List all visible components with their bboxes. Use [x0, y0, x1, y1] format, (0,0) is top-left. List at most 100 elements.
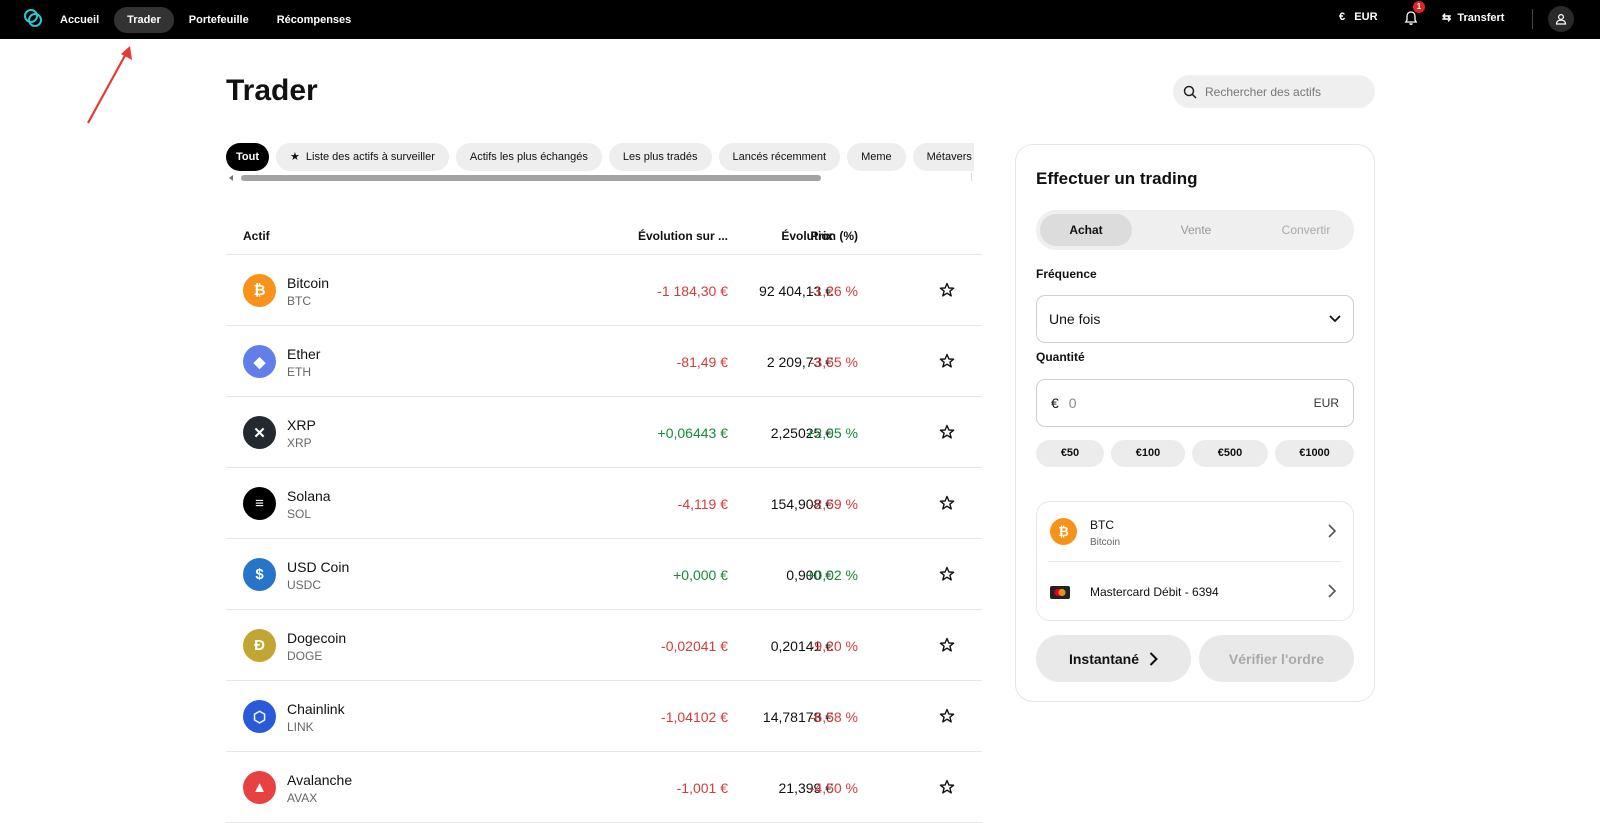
top-nav-bar: Accueil Trader Portefeuille Récompenses …: [0, 0, 1600, 39]
selected-asset-row[interactable]: ₿ BTC Bitcoin: [1049, 502, 1341, 562]
star-outline-icon[interactable]: [939, 779, 955, 795]
nav-item-portefeuille[interactable]: Portefeuille: [176, 7, 262, 33]
chip-recently-launched[interactable]: Lancés récemment: [718, 143, 841, 171]
table-row[interactable]: $ USD Coin USDC 0,900 € +0,000 € +0,02 %: [226, 539, 982, 610]
transfer-label: Transfert: [1457, 12, 1505, 24]
scrollbar-thumb[interactable]: [241, 175, 821, 181]
account-avatar-button[interactable]: [1548, 6, 1574, 32]
preset-500-button[interactable]: €500: [1192, 440, 1268, 467]
asset-name: Avalanche: [287, 772, 353, 788]
filter-chips: Tout ★ Liste des actifs à surveiller Act…: [226, 143, 974, 173]
star-outline-icon[interactable]: [939, 637, 955, 653]
transfer-button[interactable]: ⇆ Transfert: [1442, 11, 1504, 24]
chip-most-exchanged[interactable]: Actifs les plus échangés: [455, 143, 602, 171]
bitcoin-icon: ₿: [1050, 518, 1077, 545]
asset-search[interactable]: [1173, 75, 1375, 108]
trade-type-toggle: Achat Vente Convertir: [1036, 210, 1354, 250]
ether-icon: ◆: [243, 345, 276, 378]
asset-change: -81,49 €: [676, 354, 728, 370]
notification-badge: 1: [1413, 1, 1425, 13]
table-row[interactable]: ⬡ Chainlink LINK 14,78178 € -1,04102 € -6,58 …: [226, 681, 982, 752]
trade-panel: Effectuer un trading Achat Vente Convert…: [1015, 144, 1375, 702]
frequency-select[interactable]: Une fois: [1036, 295, 1354, 343]
asset-symbol: SOL: [287, 507, 312, 521]
annotation-arrow: [87, 46, 132, 124]
transfer-icon: ⇆: [1442, 12, 1452, 24]
payment-method-row[interactable]: Mastercard Débit - 6394: [1037, 562, 1353, 622]
order-details-card: ₿ BTC Bitcoin Mastercard Débit - 6394: [1036, 501, 1354, 621]
chip-meme[interactable]: Meme: [847, 143, 906, 171]
currency-label: EUR: [1354, 11, 1378, 23]
asset-change: -4,119 €: [677, 496, 728, 512]
preset-amounts: €50 €100 €500 €1000: [1036, 440, 1354, 467]
search-icon: [1183, 85, 1197, 99]
asset-table: Actif Prix Évolution sur ... Évolution (…: [226, 225, 982, 823]
nav-item-recompenses[interactable]: Récompenses: [264, 7, 365, 33]
asset-change: -0,02041 €: [661, 638, 728, 654]
asset-change-pct: -9,20 %: [809, 638, 858, 654]
tab-achat[interactable]: Achat: [1040, 214, 1132, 246]
header-asset[interactable]: Actif: [243, 229, 270, 243]
chevron-right-icon: [1149, 651, 1158, 666]
header-pct[interactable]: Évolution (%): [781, 229, 858, 243]
table-row[interactable]: ◆ Ether ETH 2 209,73 € -81,49 € -3,55 %: [226, 326, 982, 397]
asset-change-pct: -4,50 %: [809, 780, 858, 796]
scroll-left-icon[interactable]: [229, 175, 233, 181]
tab-convertir[interactable]: Convertir: [1256, 214, 1356, 246]
avalanche-icon: ▲: [243, 771, 276, 804]
asset-change-pct: +2,95 %: [806, 425, 858, 441]
asset-symbol: DOGE: [287, 649, 323, 663]
asset-change: -1 184,30 €: [657, 283, 728, 299]
asset-name: Solana: [287, 488, 331, 504]
main-nav: Accueil Trader Portefeuille Récompenses: [47, 0, 364, 39]
currency-selector[interactable]: € EUR: [1339, 11, 1378, 23]
tab-vente[interactable]: Vente: [1156, 214, 1236, 246]
instant-button[interactable]: Instantané: [1036, 635, 1191, 682]
star-outline-icon[interactable]: [939, 282, 955, 298]
asset-name: Dogecoin: [287, 630, 347, 646]
instant-label: Instantané: [1068, 650, 1139, 667]
asset-change: -1,001 €: [676, 780, 728, 796]
table-row[interactable]: ₿ Bitcoin BTC 92 404,13 € -1 184,30 € -1,26 %: [226, 255, 982, 326]
chips-scrollbar[interactable]: [226, 173, 974, 181]
search-input[interactable]: [1205, 84, 1365, 99]
asset-change-pct: +0,02 %: [806, 567, 858, 583]
chip-watchlist[interactable]: ★ Liste des actifs à surveiller: [276, 143, 449, 171]
asset-name: Ether: [287, 346, 321, 362]
quantity-label: Quantité: [1036, 350, 1085, 364]
gemini-logo-icon[interactable]: [23, 8, 43, 28]
star-outline-icon[interactable]: [939, 495, 955, 511]
selected-asset-name: Bitcoin: [1090, 537, 1121, 548]
mastercard-icon: [1050, 586, 1070, 599]
star-outline-icon[interactable]: [939, 566, 955, 582]
star-outline-icon[interactable]: [939, 708, 955, 724]
asset-change: +0,000 €: [673, 567, 728, 583]
chip-most-traded[interactable]: Les plus tradés: [608, 143, 712, 171]
amount-input[interactable]: [1068, 395, 1289, 411]
asset-name: XRP: [287, 417, 316, 433]
chip-tout[interactable]: Tout: [226, 143, 270, 171]
nav-item-trader[interactable]: Trader: [114, 6, 174, 33]
bitcoin-icon: ₿: [243, 274, 276, 307]
quantity-field[interactable]: € EUR: [1036, 379, 1354, 427]
header-change[interactable]: Évolution sur ...: [638, 229, 728, 243]
table-row[interactable]: ≡ Solana SOL 154,908 € -4,119 € -2,59 %: [226, 468, 982, 539]
currency-code[interactable]: EUR: [1314, 396, 1339, 410]
asset-name: Bitcoin: [287, 275, 330, 291]
asset-name: Chainlink: [287, 701, 345, 717]
table-row[interactable]: ✕ XRP XRP 2,25025 € +0,06443 € +2,95 %: [226, 397, 982, 468]
preset-50-button[interactable]: €50: [1036, 440, 1104, 467]
star-outline-icon[interactable]: [939, 353, 955, 369]
star-outline-icon[interactable]: [939, 424, 955, 440]
chip-metaverse[interactable]: Métavers: [912, 143, 974, 171]
verify-order-button[interactable]: Vérifier l'ordre: [1199, 635, 1354, 682]
frequency-label: Fréquence: [1036, 267, 1097, 281]
table-row[interactable]: ▲ Avalanche AVAX 21,399 € -1,001 € -4,50 %: [226, 752, 982, 823]
chip-watchlist-label: Liste des actifs à surveiller: [305, 151, 435, 163]
nav-item-accueil[interactable]: Accueil: [47, 7, 112, 33]
preset-1000-button[interactable]: €1000: [1275, 440, 1354, 467]
chevron-down-icon: [1329, 315, 1341, 323]
preset-100-button[interactable]: €100: [1111, 440, 1185, 467]
asset-symbol: USDC: [287, 578, 322, 592]
table-row[interactable]: Ð Dogecoin DOGE 0,20141 € -0,02041 € -9,20 %: [226, 610, 982, 681]
